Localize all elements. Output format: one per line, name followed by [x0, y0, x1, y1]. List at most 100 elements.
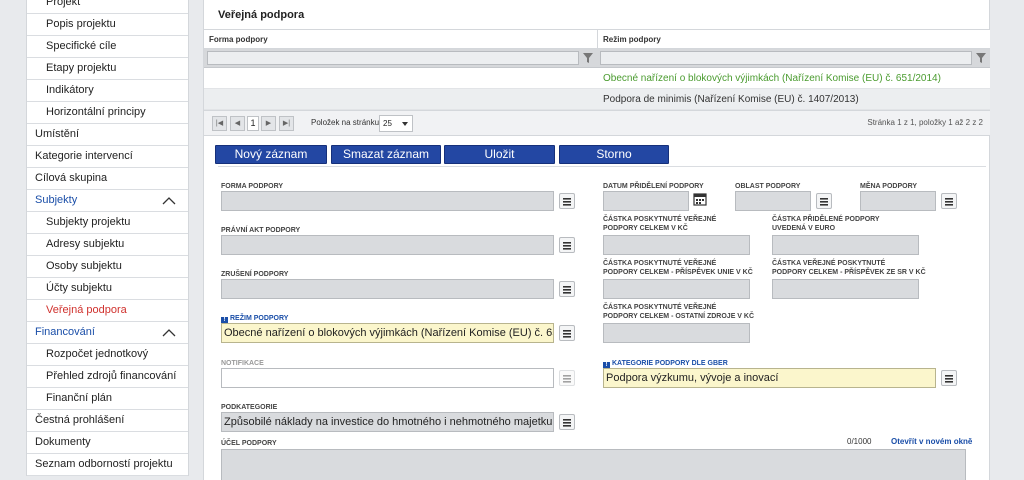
castka-eur-label: Částka přidělené podpory uvedená v EURO [772, 215, 880, 233]
sidebar-item-label: Dokumenty [35, 436, 91, 448]
sidebar-item-label: Etapy projektu [46, 62, 117, 74]
sidebar-item[interactable]: Popis projektu [27, 14, 188, 36]
next-page-button[interactable]: ▶ [261, 116, 276, 131]
castka-eur-field[interactable] [772, 235, 919, 255]
support-grid: Forma podpory Režim podpory Obecné naříz… [204, 29, 990, 136]
cancel-button[interactable]: Storno [559, 145, 669, 164]
datum-field[interactable] [603, 191, 689, 211]
castka-unie-label: Částka poskytnuté veřejné podpory celkem … [603, 259, 753, 277]
podkategorie-field[interactable]: Způsobilé náklady na investice do hmotné… [221, 412, 554, 432]
sidebar-item[interactable]: Etapy projektu [27, 58, 188, 80]
list-picker-button[interactable] [941, 370, 957, 386]
filter-icon[interactable] [976, 53, 986, 63]
rezim-field[interactable]: Obecné nařízení o blokových výjimkách (N… [221, 323, 554, 343]
open-new-window-link[interactable]: Otevřít v novém okně [891, 437, 972, 446]
sidebar-item[interactable]: Dokumenty [27, 432, 188, 454]
sidebar-item-label: Financování [35, 326, 95, 338]
list-picker-button[interactable] [816, 193, 832, 209]
last-page-button[interactable]: ▶| [279, 116, 294, 131]
first-page-button[interactable]: |◀ [212, 116, 227, 131]
list-picker-button[interactable] [941, 193, 957, 209]
datum-label: Datum přidělení podpory [603, 183, 704, 190]
sidebar-item[interactable]: Adresy subjektu [27, 234, 188, 256]
sidebar-item[interactable]: Horizontální principy [27, 102, 188, 124]
sidebar-item-label: Přehled zdrojů financování [46, 370, 177, 382]
list-icon [563, 242, 571, 250]
divider [218, 166, 986, 167]
table-cell: Obecné nařízení o blokových výjimkách (N… [603, 73, 941, 84]
sidebar-item[interactable]: Seznam odborností projektu [27, 454, 188, 476]
prev-page-button[interactable]: ◀ [230, 116, 245, 131]
list-picker-button[interactable] [559, 325, 575, 341]
ucel-label: Účel podpory [221, 440, 277, 447]
list-icon [820, 198, 828, 206]
sidebar-item[interactable]: Kategorie intervencí [27, 146, 188, 168]
list-icon [945, 198, 953, 206]
castka-sr-field[interactable] [772, 279, 919, 299]
sidebar-item[interactable]: Specifické cíle [27, 36, 188, 58]
sidebar-item[interactable]: Financování [27, 322, 188, 344]
table-row[interactable]: Obecné nařízení o blokových výjimkách (N… [204, 68, 990, 89]
castka-ostatni-field[interactable] [603, 323, 750, 343]
delete-record-button[interactable]: Smazat záznam [331, 145, 441, 164]
sidebar-item[interactable]: Čestná prohlášení [27, 410, 188, 432]
sidebar-item-label: Popis projektu [46, 18, 116, 30]
list-picker-button[interactable] [559, 281, 575, 297]
sidebar-item[interactable]: Veřejná podpora [27, 300, 188, 322]
castka-celkem-kc-field[interactable] [603, 235, 750, 255]
sidebar-item[interactable]: Subjekty projektu [27, 212, 188, 234]
castka-unie-field[interactable] [603, 279, 750, 299]
column-header-forma[interactable]: Forma podpory [204, 30, 598, 49]
page-number[interactable]: 1 [247, 116, 259, 131]
table-row[interactable]: Podpora de minimis (Nařízení Komise (EU)… [204, 89, 990, 110]
sidebar-item[interactable]: Cílová skupina [27, 168, 188, 190]
label-line: Částka poskytnuté veřejné [603, 260, 717, 267]
chevron-up-icon[interactable] [162, 329, 176, 337]
sidebar-item[interactable]: Osoby subjektu [27, 256, 188, 278]
kategorie-field[interactable]: Podpora výzkumu, vývoje a inovací [603, 368, 936, 388]
sidebar-item[interactable]: Indikátory [27, 80, 188, 102]
castka-celkem-kc-label: Částka poskytnuté veřejné podpory celkem … [603, 215, 716, 233]
calendar-icon[interactable] [693, 192, 707, 206]
filter-input-rezim[interactable] [600, 51, 972, 65]
sidebar-item[interactable]: Umístění [27, 124, 188, 146]
forma-field[interactable] [221, 191, 554, 211]
sidebar-item[interactable]: Projekt [27, 0, 188, 14]
pravni-field[interactable] [221, 235, 554, 255]
sidebar-item[interactable]: Subjekty [27, 190, 188, 212]
sidebar-item[interactable]: Přehled zdrojů financování [27, 366, 188, 388]
chevron-up-icon[interactable] [162, 197, 176, 205]
label-line: Částka poskytnuté veřejné [603, 304, 717, 311]
ucel-textarea[interactable] [221, 449, 966, 480]
new-record-button[interactable]: Nový záznam [215, 145, 327, 164]
grid-header: Forma podpory Režim podpory [204, 29, 990, 49]
list-picker-button[interactable] [559, 193, 575, 209]
sidebar-item[interactable]: Rozpočet jednotkový [27, 344, 188, 366]
sidebar-item[interactable]: Finanční plán [27, 388, 188, 410]
podkategorie-label: Podkategorie [221, 404, 278, 411]
filter-input-forma[interactable] [207, 51, 579, 65]
sidebar-nav: Projekt Popis projektu Specifické cíle Etap… [26, 0, 189, 476]
chevron-down-icon [402, 122, 408, 126]
castka-ostatni-label: Částka poskytnuté veřejné podpory celkem … [603, 303, 754, 321]
list-picker-button[interactable] [559, 414, 575, 430]
list-picker-button [559, 370, 575, 386]
sidebar-item-label: Čestná prohlášení [35, 414, 125, 426]
per-page-select[interactable]: 25 [379, 115, 413, 132]
column-header-rezim[interactable]: Režim podpory [598, 30, 990, 49]
zruseni-field[interactable] [221, 279, 554, 299]
mena-field[interactable] [860, 191, 936, 211]
filter-icon[interactable] [583, 53, 593, 63]
oblast-field[interactable] [735, 191, 811, 211]
list-picker-button[interactable] [559, 237, 575, 253]
list-icon [563, 286, 571, 294]
list-icon [563, 419, 571, 427]
castka-sr-label: Částka veřejné poskytnuté podpory celkem … [772, 259, 926, 277]
pager-info: Stránka 1 z 1, položky 1 až 2 z 2 [867, 118, 983, 127]
sidebar-item-label: Horizontální principy [46, 106, 146, 118]
table-cell: Podpora de minimis (Nařízení Komise (EU)… [603, 94, 859, 105]
per-page-value: 25 [383, 119, 392, 128]
notifikace-field[interactable] [221, 368, 554, 388]
sidebar-item[interactable]: Účty subjektu [27, 278, 188, 300]
save-button[interactable]: Uložit [444, 145, 555, 164]
